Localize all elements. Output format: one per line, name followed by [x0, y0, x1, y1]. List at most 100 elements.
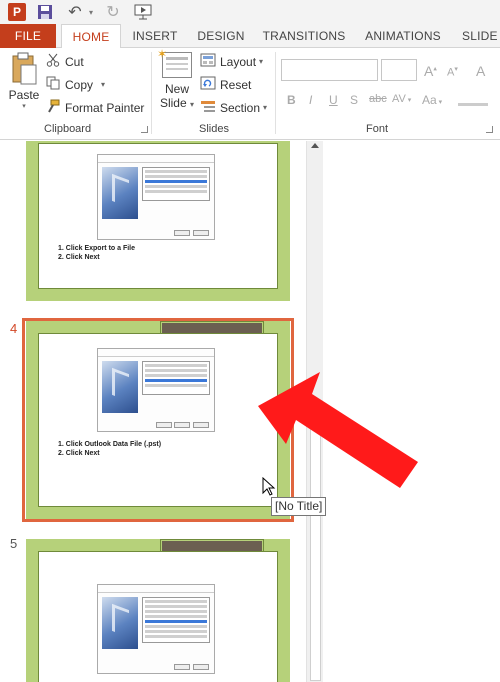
- clear-formatting-button[interactable]: A: [476, 63, 485, 79]
- tooltip: [No Title]: [271, 497, 327, 516]
- tab-slide-show[interactable]: SLIDE S: [462, 24, 500, 48]
- grow-font-button[interactable]: A▴: [424, 63, 437, 79]
- character-spacing-button[interactable]: AV ▾: [392, 93, 411, 105]
- scroll-up-arrow-icon[interactable]: [311, 143, 319, 148]
- mouse-cursor-icon: [262, 477, 276, 496]
- screenshot-list: [142, 167, 210, 201]
- new-slide-label-line2-text: Slide: [159, 96, 187, 110]
- italic-button[interactable]: I: [309, 93, 312, 107]
- grow-font-label: A: [424, 63, 434, 79]
- group-divider: [275, 52, 276, 134]
- copy-dropdown-icon[interactable]: ▾: [101, 80, 105, 89]
- quick-access-toolbar: P ↶ ▾ ↻: [0, 0, 500, 24]
- screenshot-title-bar: [98, 349, 214, 357]
- clear-formatting-label: A: [476, 63, 486, 79]
- paintbrush-icon: [46, 99, 60, 116]
- paste-dropdown-icon[interactable]: ▾: [22, 102, 26, 110]
- font-size-input[interactable]: [381, 59, 417, 81]
- wizard-graphic: [102, 167, 138, 219]
- strikethrough-button[interactable]: abc: [369, 93, 387, 105]
- slide-bullet: 2. Click Next: [58, 450, 100, 457]
- slide-thumbnail[interactable]: 1. Click Export to a File 2. Click Next: [26, 141, 290, 301]
- paste-label: Paste: [8, 88, 40, 102]
- redo-icon[interactable]: ↻: [105, 3, 121, 21]
- underline-button[interactable]: U: [329, 93, 338, 107]
- cut-button[interactable]: Cut: [46, 53, 84, 70]
- shrink-font-button[interactable]: A▾: [447, 65, 458, 79]
- section-label: Section: [220, 100, 261, 115]
- wizard-graphic: [102, 361, 138, 413]
- scissors-icon: [46, 53, 60, 70]
- wizard-graphic: [102, 597, 138, 649]
- section-icon: [200, 99, 216, 116]
- cut-label: Cut: [65, 54, 84, 69]
- new-slide-label-line1: New: [164, 82, 189, 96]
- slide-bullet: 2. Click Next: [58, 254, 100, 261]
- screenshot-next-button: [174, 422, 190, 428]
- font-dialog-launcher-icon[interactable]: [486, 126, 493, 133]
- text-shadow-button[interactable]: S: [350, 93, 358, 107]
- slide-number: 4: [10, 321, 18, 336]
- paste-button[interactable]: Paste ▾: [6, 52, 42, 112]
- embedded-screenshot: [97, 584, 215, 674]
- undo-dropdown-icon[interactable]: ▾: [86, 3, 96, 21]
- embedded-screenshot: [97, 348, 215, 432]
- new-slide-button[interactable]: ✶ New Slide ▾: [156, 47, 198, 118]
- change-case-button[interactable]: Aa ▾: [422, 93, 442, 107]
- reset-button[interactable]: Reset: [200, 76, 251, 93]
- clipboard-group-label: Clipboard: [44, 123, 92, 135]
- character-spacing-label: AV: [392, 93, 406, 105]
- slide-bullet: 1. Click Outlook Data File (.pst): [58, 441, 162, 448]
- powerpoint-logo-icon: P: [8, 3, 26, 21]
- layout-button[interactable]: Layout ▾: [200, 53, 263, 70]
- group-divider: [151, 52, 152, 134]
- ribbon-home: Paste ▾ Cut Copy ▾ Format Painter Clipbo…: [0, 47, 500, 140]
- embedded-screenshot: [97, 154, 215, 240]
- tab-transitions[interactable]: TRANSITIONS: [262, 24, 346, 48]
- change-case-label: Aa: [422, 93, 437, 107]
- tab-insert[interactable]: INSERT: [128, 24, 182, 48]
- screenshot-title-bar: [98, 155, 214, 163]
- screenshot-list: [142, 361, 210, 395]
- layout-dropdown-icon: ▾: [259, 57, 264, 66]
- clipboard-dialog-launcher-icon[interactable]: [141, 126, 148, 133]
- paste-icon: [10, 52, 38, 86]
- screenshot-back-button: [156, 422, 172, 428]
- font-group-label: Font: [366, 123, 389, 135]
- copy-icon: [46, 76, 60, 93]
- layout-label: Layout: [220, 54, 257, 69]
- font-color-button[interactable]: [458, 90, 488, 106]
- format-painter-button[interactable]: Format Painter: [46, 99, 144, 116]
- tab-animations[interactable]: ANIMATIONS: [362, 24, 444, 48]
- bold-button[interactable]: B: [287, 93, 296, 107]
- save-icon[interactable]: [37, 3, 53, 21]
- slide-canvas: [38, 551, 278, 682]
- screenshot-next-button: [174, 664, 190, 670]
- slide-canvas: 1. Click Export to a File 2. Click Next: [38, 143, 278, 289]
- copy-label: Copy: [65, 77, 94, 92]
- format-painter-label: Format Painter: [65, 100, 145, 115]
- tab-file[interactable]: FILE: [0, 24, 56, 48]
- screenshot-cancel-button: [193, 230, 209, 236]
- copy-button[interactable]: Copy ▾: [46, 76, 105, 93]
- screenshot-title-bar: [98, 585, 214, 593]
- tab-design[interactable]: DESIGN: [196, 24, 246, 48]
- section-button[interactable]: Section ▾: [200, 99, 267, 116]
- new-slide-icon: ✶: [157, 47, 192, 78]
- slide-canvas: 1. Click Outlook Data File (.pst) 2. Cli…: [38, 333, 278, 507]
- layout-icon: [200, 53, 216, 70]
- reset-label: Reset: [220, 77, 252, 92]
- reset-icon: [200, 76, 216, 93]
- new-slide-label-line2[interactable]: Slide ▾: [160, 96, 194, 110]
- slide-number: 5: [10, 536, 18, 551]
- section-dropdown-icon: ▾: [263, 103, 268, 112]
- screenshot-next-button: [174, 230, 190, 236]
- slide-bullet: 1. Click Export to a File: [58, 245, 136, 252]
- tab-home[interactable]: HOME: [61, 24, 121, 49]
- ribbon-tabs: FILE HOME INSERT DESIGN TRANSITIONS ANIM…: [0, 24, 500, 49]
- start-from-beginning-icon[interactable]: [132, 3, 154, 21]
- slide-thumbnail[interactable]: [26, 539, 290, 682]
- undo-icon[interactable]: ↶: [66, 3, 84, 21]
- font-name-input[interactable]: [281, 59, 378, 81]
- screenshot-cancel-button: [193, 422, 209, 428]
